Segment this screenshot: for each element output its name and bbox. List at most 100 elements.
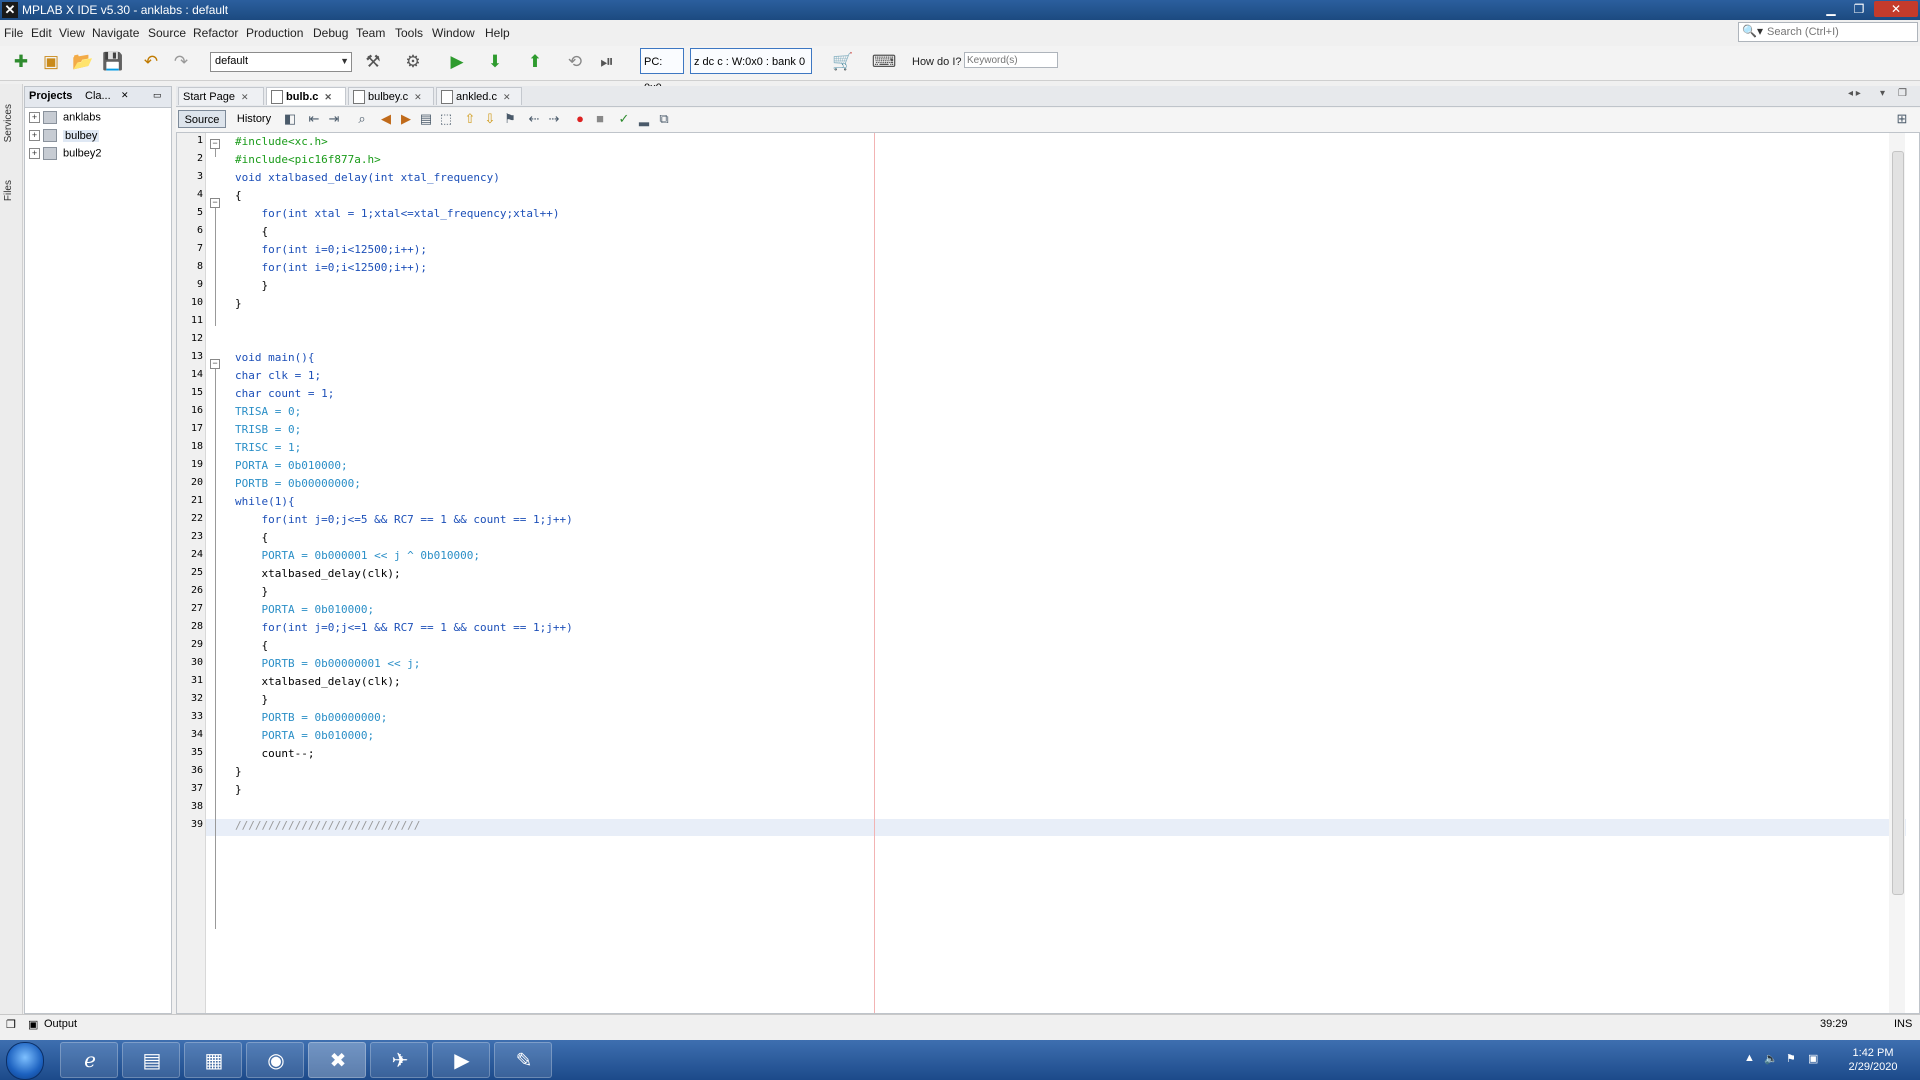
scrollbar-thumb[interactable] <box>1892 151 1904 895</box>
menu-debug[interactable]: Debug <box>313 26 348 40</box>
expand-icon[interactable]: + <box>29 112 40 123</box>
close-icon[interactable]: ✕ <box>503 92 511 102</box>
taskbar-mplab[interactable]: ✖ <box>308 1042 366 1078</box>
close-icon[interactable]: ✕ <box>414 92 422 102</box>
taskbar-chrome[interactable]: ◉ <box>246 1042 304 1078</box>
code-line[interactable]: { <box>235 531 268 544</box>
close-icon[interactable]: ✕ <box>324 92 332 102</box>
select-mode-icon[interactable]: ⬚ <box>438 111 454 127</box>
code-line[interactable]: for(int j=0;j<=1 && RC7 == 1 && count ==… <box>235 621 572 634</box>
find-previous-icon[interactable]: ◀ <box>378 111 394 127</box>
redo-icon[interactable]: ↷ <box>170 51 192 73</box>
tray-expand-icon[interactable]: ▲ <box>1744 1052 1755 1064</box>
source-view-button[interactable]: Source <box>178 110 226 128</box>
tab-start-page[interactable]: Start Page ✕ <box>178 87 264 105</box>
tab-scroll-arrows-icon[interactable]: ◂ ▸ <box>1848 88 1861 99</box>
restore-window-icon[interactable]: ❐ <box>6 1018 16 1031</box>
chart-icon[interactable]: ▂ <box>636 111 652 127</box>
code-line[interactable]: char clk = 1; <box>235 369 321 382</box>
split-editor-icon[interactable]: ⊞ <box>1894 111 1910 127</box>
history-view-button[interactable]: History <box>232 110 276 128</box>
code-line[interactable]: PORTA = 0b010000; <box>235 729 374 742</box>
code-line[interactable]: { <box>235 639 268 652</box>
find-icon[interactable]: ⌕ <box>354 111 370 127</box>
minimize-panel-icon[interactable]: ▭ <box>153 90 162 101</box>
project-anklabs[interactable]: + anklabs <box>29 111 101 127</box>
keyword-input[interactable] <box>964 52 1058 68</box>
next-bookmark-icon[interactable]: ⇩ <box>482 111 498 127</box>
code-line[interactable]: while(1){ <box>235 495 295 508</box>
code-line[interactable]: PORTB = 0b00000000; <box>235 477 361 490</box>
code-line[interactable]: for(int xtal = 1;xtal<=xtal_frequency;xt… <box>235 207 559 220</box>
code-line[interactable]: PORTB = 0b00000000; <box>235 711 387 724</box>
code-line[interactable]: } <box>235 585 268 598</box>
shift-right-icon[interactable]: ⇢ <box>546 111 562 127</box>
network-icon[interactable]: ▣ <box>1808 1052 1818 1065</box>
fold-collapse-icon[interactable]: − <box>210 139 220 149</box>
code-line[interactable]: { <box>235 189 242 202</box>
diff-icon[interactable]: ⧉ <box>656 111 672 127</box>
new-file-icon[interactable]: ✚ <box>10 51 32 73</box>
read-device-icon[interactable]: ⬆ <box>524 51 546 73</box>
code-line[interactable]: } <box>235 783 242 796</box>
last-edit-icon[interactable]: ◧ <box>282 111 298 127</box>
taskbar-calculator[interactable]: ▦ <box>184 1042 242 1078</box>
menu-production[interactable]: Production <box>246 26 303 40</box>
code-line[interactable]: } <box>235 765 242 778</box>
code-line[interactable]: TRISC = 1; <box>235 441 301 454</box>
fold-collapse-icon[interactable]: − <box>210 359 220 369</box>
code-line[interactable]: for(int j=0;j<=5 && RC7 == 1 && count ==… <box>235 513 572 526</box>
stop-macro-icon[interactable]: ■ <box>592 111 608 127</box>
services-tab[interactable]: Services <box>3 104 14 142</box>
menu-help[interactable]: Help <box>485 26 510 40</box>
maximize-editor-icon[interactable]: ❐ <box>1898 88 1907 99</box>
tab-list-dropdown-icon[interactable]: ▾ <box>1880 88 1885 99</box>
files-tab[interactable]: Files <box>3 180 14 201</box>
code-line[interactable]: void xtalbased_delay(int xtal_frequency) <box>235 171 500 184</box>
close-icon[interactable]: ✕ <box>121 90 129 101</box>
tab-bulbey-c[interactable]: bulbey.c ✕ <box>348 87 434 105</box>
code-line[interactable]: PORTA = 0b000001 << j ^ 0b010000; <box>235 549 480 562</box>
save-all-icon[interactable]: 💾 <box>102 51 124 73</box>
find-next-icon[interactable]: ▶ <box>398 111 414 127</box>
action-center-icon[interactable]: ⚑ <box>1786 1052 1796 1065</box>
ide-search-box[interactable]: 🔍▾ <box>1738 22 1918 42</box>
code-line[interactable]: char count = 1; <box>235 387 334 400</box>
close-button[interactable]: ✕ <box>1874 1 1918 17</box>
code-line[interactable]: for(int i=0;i<12500;i++); <box>235 243 427 256</box>
clean-build-icon[interactable]: ⚙ <box>402 51 424 73</box>
toggle-bookmark-icon[interactable]: ⚑ <box>502 111 518 127</box>
shift-left-icon[interactable]: ⇠ <box>526 111 542 127</box>
minimize-button[interactable]: ▁ <box>1818 1 1844 17</box>
taskbar-explorer[interactable]: ▤ <box>122 1042 180 1078</box>
menu-file[interactable]: File <box>4 26 23 40</box>
menu-source[interactable]: Source <box>148 26 186 40</box>
expand-icon[interactable]: + <box>29 148 40 159</box>
code-editor[interactable]: 1 2 3 4 5 6 7 8 9 10 11 12 13 14 15 16 17 18 19 20 21 22 23 24 2… <box>176 132 1920 1014</box>
undo-icon[interactable]: ↶ <box>140 51 162 73</box>
code-line[interactable]: void main(){ <box>235 351 314 364</box>
tab-ankled-c[interactable]: ankled.c ✕ <box>436 87 522 105</box>
project-bulbey2[interactable]: + bulbey2 <box>29 147 102 163</box>
fold-collapse-icon[interactable]: − <box>210 198 220 208</box>
clock[interactable]: 1:42 PM 2/29/2020 <box>1830 1046 1916 1074</box>
code-line[interactable]: //////////////////////////// <box>235 819 420 832</box>
code-line[interactable]: #include<pic16f877a.h> <box>235 153 381 166</box>
taskbar-ipe[interactable]: ✈ <box>370 1042 428 1078</box>
code-line[interactable]: TRISB = 0; <box>235 423 301 436</box>
menu-navigate[interactable]: Navigate <box>92 26 139 40</box>
taskbar-media[interactable]: ▶ <box>432 1042 490 1078</box>
restore-button[interactable]: ❐ <box>1846 1 1872 17</box>
output-tab[interactable]: Output <box>44 1018 77 1030</box>
run-icon[interactable]: ▶ <box>446 51 468 73</box>
code-line[interactable]: for(int i=0;i<12500;i++); <box>235 261 427 274</box>
menu-window[interactable]: Window <box>432 26 475 40</box>
project-bulbey[interactable]: + bulbey <box>29 129 100 145</box>
taskbar-notepad[interactable]: ✎ <box>494 1042 552 1078</box>
configuration-select[interactable]: default ▼ <box>210 52 352 72</box>
code-line[interactable]: xtalbased_delay(clk); <box>235 675 400 688</box>
forward-icon[interactable]: ⇥ <box>326 111 342 127</box>
vertical-scrollbar[interactable] <box>1889 133 1905 1013</box>
build-hammer-icon[interactable]: ⚒ <box>362 51 384 73</box>
program-device-icon[interactable]: ⬇ <box>484 51 506 73</box>
